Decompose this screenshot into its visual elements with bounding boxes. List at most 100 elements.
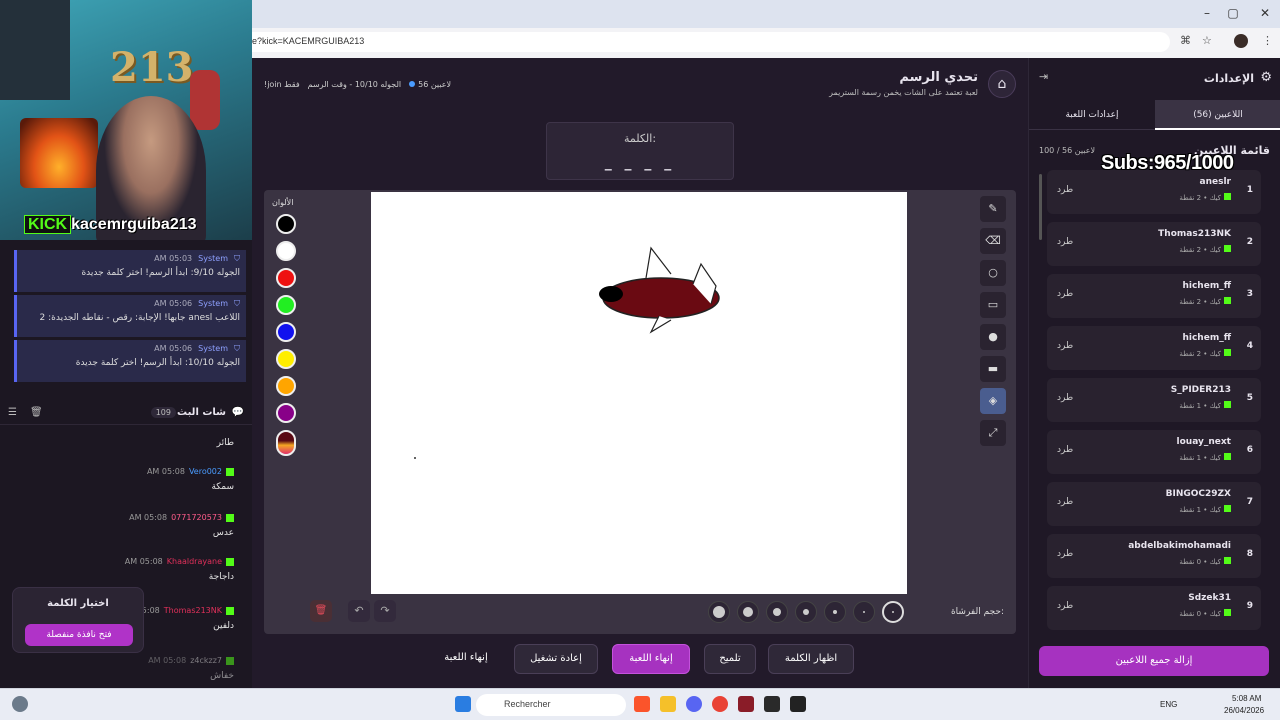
minimize-button[interactable]: – (1196, 6, 1218, 20)
drawing-canvas[interactable] (371, 192, 907, 594)
player-name: abdelbakimohamadi (1128, 541, 1231, 551)
chat-time: 05:08 AM (148, 656, 187, 665)
kick-player-button[interactable]: طرد (1057, 393, 1073, 403)
eraser-tool[interactable]: ⌫ (980, 228, 1006, 254)
bookmark-star-icon[interactable]: ☆ (1202, 34, 1212, 47)
clock-time[interactable]: 5:08 AM (1232, 694, 1261, 703)
brush-size-option[interactable] (853, 601, 875, 623)
clear-canvas-button[interactable]: 🗑 (310, 600, 332, 622)
end-game-button[interactable]: إنهاء اللعبة (612, 644, 690, 674)
kick-player-button[interactable]: طرد (1057, 445, 1073, 455)
file-explorer-icon[interactable] (660, 696, 676, 712)
brave-icon[interactable] (634, 696, 650, 712)
weather-icon[interactable] (12, 696, 28, 712)
circle-tool[interactable]: ○ (980, 260, 1006, 286)
chrome-icon[interactable] (712, 696, 728, 712)
filled-circle-tool[interactable]: ● (980, 324, 1006, 350)
fill-bucket-icon: ◈ (988, 394, 998, 407)
color-swatch-purple[interactable] (276, 403, 296, 423)
brush-size-option[interactable] (737, 601, 759, 623)
scrollbar[interactable] (1039, 174, 1042, 240)
color-swatch-white[interactable] (276, 241, 296, 261)
chat-user[interactable]: Thomas213NK (164, 606, 222, 615)
line-icon: ⤢ (988, 426, 998, 439)
color-swatch-green[interactable] (276, 295, 296, 315)
canvas-toolbar: 🗑 ↶ ↷ حجم الفرشاة: (302, 594, 1004, 630)
player-rank: 5 (1246, 393, 1253, 403)
round-status: الجوله 10/10 - وقت الرسم (307, 80, 402, 89)
open-window-button[interactable]: فتح نافذة منفصلة (25, 624, 133, 646)
remove-all-players-button[interactable]: إزالة جميع اللاعبين (1039, 646, 1269, 676)
end-game-text-button[interactable]: إنهاء اللعبة (426, 644, 506, 674)
color-swatch-black[interactable] (276, 214, 296, 234)
color-swatch-blue[interactable] (276, 322, 296, 342)
kick-player-button[interactable]: طرد (1057, 601, 1073, 611)
player-rank: 9 (1246, 601, 1253, 611)
system-text: الجوله 9/10: ابدأ الرسم! اختر كلمة جديدة (81, 268, 240, 278)
chat-user[interactable]: z4ckzz7 (190, 656, 222, 665)
color-swatch-orange[interactable] (276, 376, 296, 396)
close-window-button[interactable]: ✕ (1254, 6, 1276, 20)
tab-game-settings[interactable]: إعدادات اللعبة (1029, 100, 1155, 130)
drawing-svg (414, 246, 720, 459)
rectangle-tool[interactable]: ▭ (980, 292, 1006, 318)
player-meta: كيك • 0 نقطة (1179, 557, 1231, 566)
chat-icon: 💬 (231, 407, 244, 418)
chat-message: طائر (0, 438, 244, 448)
player-rank: 6 (1246, 445, 1253, 455)
show-word-button[interactable]: اظهار الكلمة (768, 644, 854, 674)
brush-size-option[interactable] (824, 601, 846, 623)
fill-bucket-tool[interactable]: ◈ (980, 388, 1006, 414)
subs-overlay: Subs:965/1000 (1101, 152, 1234, 174)
brush-size-option[interactable] (766, 601, 788, 623)
epic-games-icon[interactable] (790, 696, 806, 712)
kick-player-button[interactable]: طرد (1057, 237, 1073, 247)
home-button[interactable]: ⌂ (988, 70, 1016, 98)
color-swatch-yellow[interactable] (276, 349, 296, 369)
brush-size-option[interactable] (795, 601, 817, 623)
maximize-button[interactable]: ▢ (1222, 6, 1244, 20)
chat-user[interactable]: Khaaldrayane (167, 557, 222, 566)
list-icon[interactable]: ☰ (8, 407, 17, 418)
kick-player-button[interactable]: طرد (1057, 341, 1073, 351)
tab-players[interactable]: اللاعبين (56) (1155, 100, 1280, 130)
filled-rect-tool[interactable]: ▬ (980, 356, 1006, 382)
kick-icon (1224, 557, 1231, 564)
player-row: 8 abdelbakimohamadi كيك • 0 نقطة طرد (1047, 534, 1261, 578)
kick-icon (1224, 401, 1231, 408)
kick-brand: KICK (24, 215, 72, 234)
kick-player-button[interactable]: طرد (1057, 549, 1073, 559)
taskbar-search[interactable]: Rechercher (476, 694, 626, 716)
discord-icon[interactable] (686, 696, 702, 712)
undo-button[interactable]: ↶ (348, 600, 370, 622)
brush-size-option[interactable] (708, 601, 730, 623)
browser-menu-icon[interactable]: ⋮ (1262, 34, 1273, 47)
player-name: hichem_ff (1182, 333, 1231, 343)
collapse-panel-icon[interactable]: ⇥ (1039, 70, 1048, 83)
game-area: !join فقط الجوله 10/10 - وقت الرسم 56 لا… (252, 58, 1028, 688)
chat-user[interactable]: Vero002 (189, 467, 222, 476)
kick-player-button[interactable]: طرد (1057, 185, 1073, 195)
restart-button[interactable]: إعادة تشغيل (514, 644, 598, 674)
clock-date[interactable]: 26/04/2026 (1224, 706, 1264, 715)
pencil-tool[interactable]: ✎ (980, 196, 1006, 222)
kick-player-button[interactable]: طرد (1057, 497, 1073, 507)
app-icon[interactable] (764, 696, 780, 712)
hint-button[interactable]: تلميح (704, 644, 756, 674)
translate-icon[interactable]: ⌘ (1180, 34, 1191, 47)
profile-avatar[interactable] (1234, 34, 1248, 48)
app-icon[interactable] (738, 696, 754, 712)
windows-start-icon[interactable] (455, 696, 471, 712)
chat-user[interactable]: 0771720573 (171, 513, 222, 522)
language-indicator[interactable]: ENG (1160, 700, 1177, 709)
color-swatch-red[interactable] (276, 268, 296, 288)
player-name: Thomas213NK (1158, 229, 1231, 239)
line-tool[interactable]: ⤢ (980, 420, 1006, 446)
redo-button[interactable]: ↷ (374, 600, 396, 622)
brush-size-option-selected[interactable] (882, 601, 904, 623)
trash-icon: 🗑 (314, 605, 328, 616)
kick-player-button[interactable]: طرد (1057, 289, 1073, 299)
trash-icon[interactable]: 🗑 (30, 407, 43, 418)
custom-color-picker[interactable] (276, 430, 296, 456)
address-bar[interactable]: e?kick=KACEMRGUIBA213 (240, 32, 1170, 52)
